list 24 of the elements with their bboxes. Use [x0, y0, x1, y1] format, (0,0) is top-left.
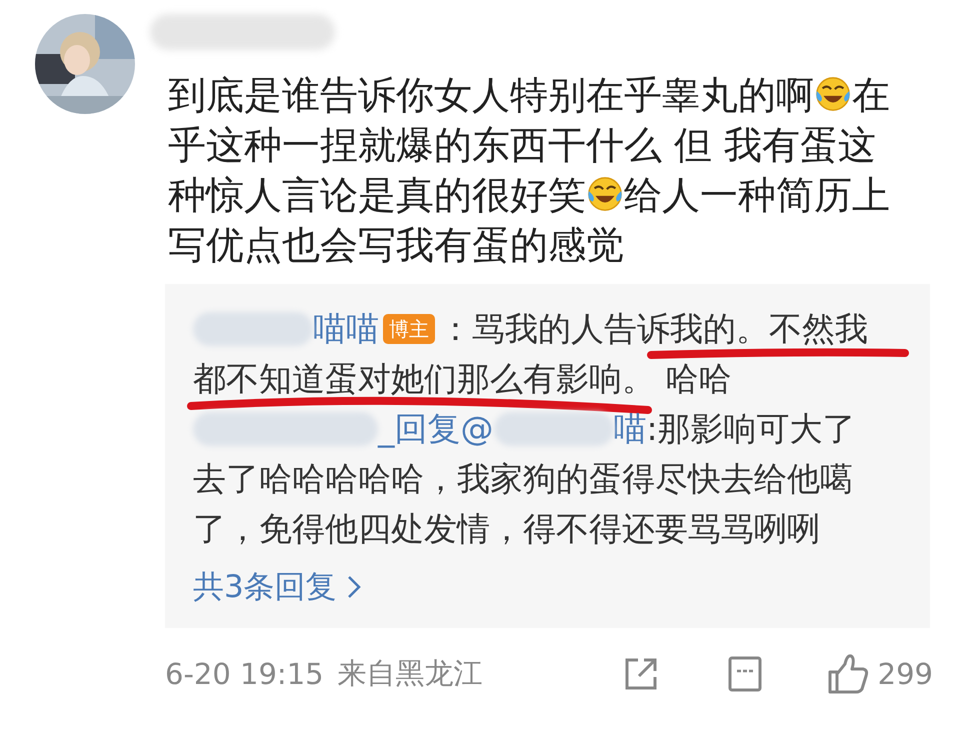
laughing-emoji-icon: [586, 175, 624, 213]
comment-text: 种惊人言论是真的很好笑: [168, 173, 586, 217]
user-name[interactable]: _回复@: [378, 409, 494, 448]
chevron-right-icon: [346, 575, 361, 599]
comment-text: 写优点也会写我有蛋的感觉: [168, 223, 624, 267]
comment-text: 给人一种简历上: [624, 173, 890, 217]
user-name[interactable]: 喵: [614, 409, 646, 448]
comment-text: 都不知道蛋对她们那么有影响。 哈哈: [193, 359, 732, 398]
comment-text: 在: [852, 73, 890, 117]
comment-text: 乎这种一捏就爆的东西干什么 但 我有蛋这: [168, 123, 876, 167]
comment-text: :那影响可大了: [646, 409, 856, 448]
laughing-emoji-icon: [814, 75, 852, 113]
author-badge: 博主: [383, 314, 435, 344]
post-location: 来自黑龙江: [338, 655, 483, 692]
comment-icon[interactable]: [726, 655, 764, 693]
comment-text: ：骂我的人告诉我的。不然我: [439, 309, 868, 348]
comment-text: 了，免得他四处发情，得不得还要骂骂咧咧: [193, 509, 820, 548]
comment-text: 去了哈哈哈哈哈，我家狗的蛋得尽快去给他噶: [193, 459, 853, 498]
like-icon[interactable]: [826, 652, 870, 696]
like-count: 299: [878, 657, 933, 691]
user-name[interactable]: 喵喵: [313, 309, 379, 348]
more-replies-link[interactable]: 共3条回复: [193, 562, 361, 612]
comment-text: 到底是谁告诉你女人特别在乎睾丸的啊: [168, 73, 814, 117]
post-time: 6-20 19:15: [165, 657, 324, 691]
